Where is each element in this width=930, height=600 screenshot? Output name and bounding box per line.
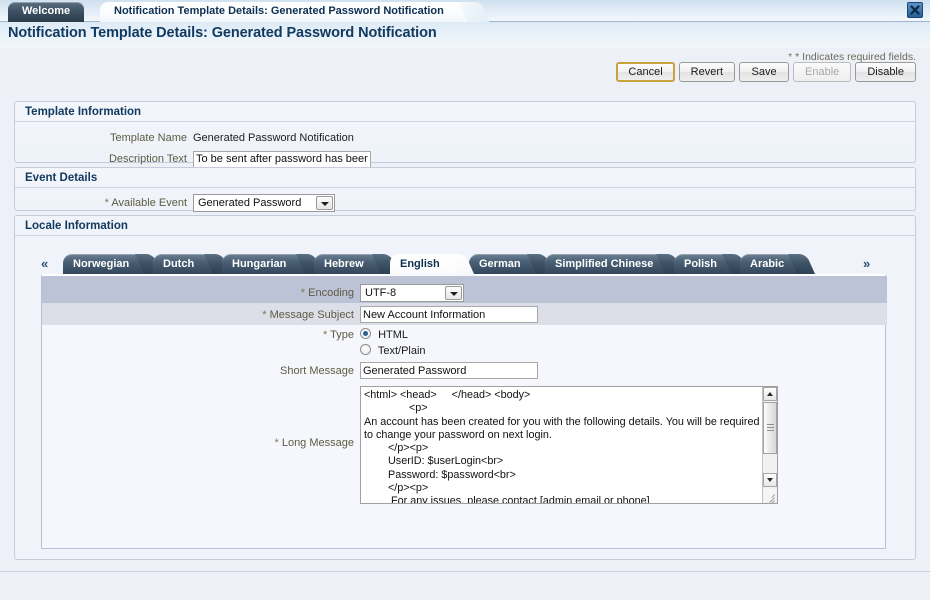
long-message-required-star: * <box>274 437 279 449</box>
chevron-down-icon[interactable] <box>445 286 462 300</box>
message-subject-required-star: * <box>262 308 267 321</box>
action-button-row: Cancel Revert Save Enable Disable <box>616 62 916 82</box>
encoding-label-text: Encoding <box>308 287 354 299</box>
top-tab-welcome[interactable]: Welcome <box>8 2 85 22</box>
enable-button: Enable <box>793 62 852 82</box>
type-radio-group: HTML Text/Plain <box>360 328 426 360</box>
top-tab-strip: Welcome Notification Template Details: G… <box>0 0 930 22</box>
scroll-tabs-left-icon[interactable]: « <box>41 257 48 271</box>
template-information-section: Template Information Template Name Gener… <box>14 101 916 168</box>
message-subject-label-text: Message Subject <box>269 308 354 321</box>
event-details-section: Event Details * Available Event Generate… <box>14 167 916 213</box>
template-name-value: Generated Password Notification <box>193 132 354 144</box>
long-message-scrollbar[interactable] <box>762 387 777 503</box>
scroll-tabs-right-icon[interactable]: » <box>863 257 870 271</box>
available-event-label-text: Available Event <box>111 197 187 209</box>
long-message-textarea[interactable]: <html> <head> </head> <body> <p> An acco… <box>360 386 778 504</box>
radio-unselected-icon[interactable] <box>360 344 371 355</box>
message-subject-row: * Message Subject <box>42 306 887 323</box>
locale-tab-polish[interactable]: Polish <box>674 254 736 276</box>
type-option-html[interactable]: HTML <box>360 328 426 344</box>
short-message-input[interactable] <box>360 362 538 379</box>
type-label: * Type <box>42 328 360 341</box>
type-label-text: Type <box>330 329 354 341</box>
chevron-down-icon[interactable] <box>316 196 333 210</box>
long-message-label-text: Long Message <box>281 437 354 449</box>
locale-tab-dutch[interactable]: Dutch <box>153 254 218 276</box>
available-event-select[interactable]: Generated Password <box>193 194 335 212</box>
radio-selected-icon[interactable] <box>360 328 371 339</box>
encoding-select[interactable]: UTF-8 <box>360 284 464 302</box>
type-required-star: * <box>323 329 328 341</box>
application-window: Welcome Notification Template Details: G… <box>0 0 930 600</box>
description-text-input[interactable] <box>193 150 371 168</box>
page-body: * * Indicates required fields. Cancel Re… <box>0 48 930 582</box>
locale-tab-norwegian[interactable]: Norwegian <box>63 254 149 276</box>
type-option-html-label: HTML <box>378 329 409 341</box>
message-subject-input[interactable] <box>360 306 538 323</box>
locale-tab-hebrew-label: Hebrew <box>324 258 364 270</box>
locale-tab-arabic-label: Arabic <box>750 258 785 270</box>
cancel-button[interactable]: Cancel <box>616 62 675 82</box>
page-header: Notification Template Details: Generated… <box>0 22 930 48</box>
template-information-title: Template Information <box>15 102 915 122</box>
description-text-row: Description Text <box>15 149 915 169</box>
locale-tab-panel-english: * Encoding UTF-8 * Message Subject New A… <box>41 274 887 549</box>
long-message-row: * Long Message <html> <head> </head> <bo… <box>42 386 887 504</box>
top-tab-notification-template-details-label: Notification Template Details: Generated… <box>114 5 444 17</box>
locale-tab-german[interactable]: German <box>469 254 541 276</box>
long-message-label: * Long Message <box>42 386 360 449</box>
top-tab-notification-template-details[interactable]: Notification Template Details: Generated… <box>100 2 474 22</box>
type-row: * Type HTML Text/Plain <box>42 328 887 360</box>
available-event-required-star: * <box>104 197 109 209</box>
encoding-selected-value: UTF-8 <box>365 287 397 299</box>
short-message-label: Short Message <box>280 364 354 377</box>
save-button[interactable]: Save <box>739 62 790 82</box>
scrollbar-thumb[interactable] <box>763 402 777 454</box>
long-message-textarea-value: <html> <head> </head> <body> <p> An acco… <box>364 389 760 503</box>
locale-tab-hungarian-label: Hungarian <box>232 258 287 270</box>
locale-tab-norwegian-label: Norwegian <box>73 258 130 270</box>
locale-tab-arabic[interactable]: Arabic <box>740 254 802 276</box>
template-name-row: Template Name Generated Password Notific… <box>15 128 915 148</box>
scroll-up-icon[interactable] <box>763 387 777 401</box>
locale-information-section: Locale Information « Norwegian Dutch Hun… <box>14 215 916 560</box>
encoding-label: * Encoding <box>42 287 360 299</box>
locale-information-title: Locale Information <box>15 216 915 236</box>
resize-handle-icon[interactable] <box>763 489 776 503</box>
template-name-label: Template Name <box>109 132 187 144</box>
encoding-row: * Encoding UTF-8 <box>42 284 887 302</box>
encoding-required-star: * <box>300 287 306 299</box>
locale-tab-english-label: English <box>400 258 440 270</box>
revert-button[interactable]: Revert <box>678 62 736 82</box>
locale-tab-dutch-label: Dutch <box>163 258 195 270</box>
available-event-row: * Available Event Generated Password <box>15 193 915 213</box>
message-subject-label: * Message Subject <box>42 309 360 321</box>
type-option-text-plain-label: Text/Plain <box>377 345 426 357</box>
locale-tab-polish-label: Polish <box>684 258 718 270</box>
locale-tab-german-label: German <box>479 258 521 270</box>
event-details-title: Event Details <box>15 168 915 188</box>
page-title: Notification Template Details: Generated… <box>8 25 437 41</box>
available-event-selected-value: Generated Password <box>198 197 302 209</box>
locale-tab-simplified-chinese[interactable]: Simplified Chinese <box>545 254 670 276</box>
locale-tab-strip: « Norwegian Dutch Hungarian Hebrew Engli… <box>41 252 897 276</box>
close-icon[interactable] <box>907 2 923 18</box>
bottom-divider <box>0 571 930 572</box>
description-text-label: Description Text <box>108 153 187 165</box>
available-event-label: * Available Event <box>15 197 193 209</box>
type-option-text-plain[interactable]: Text/Plain <box>360 344 426 360</box>
scroll-down-icon[interactable] <box>763 473 777 487</box>
locale-tab-hungarian[interactable]: Hungarian <box>222 254 310 276</box>
locale-tab-simplified-chinese-label: Simplified Chinese <box>555 258 654 270</box>
locale-tab-hebrew[interactable]: Hebrew <box>314 254 386 276</box>
short-message-row: Short Message <box>42 362 887 379</box>
locale-tab-english[interactable]: English <box>390 254 462 276</box>
top-tab-welcome-label: Welcome <box>22 5 71 17</box>
disable-button[interactable]: Disable <box>855 62 916 82</box>
